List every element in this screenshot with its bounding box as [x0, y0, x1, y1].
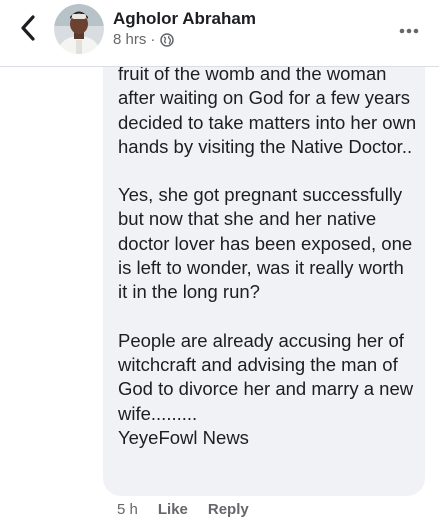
post-meta: 8 hrs · [113, 31, 175, 48]
comment-paragraph: fruit of the womb and the woman after wa… [118, 63, 417, 157]
author-name[interactable]: Agholor Abraham [113, 9, 256, 29]
post-header: Agholor Abraham 8 hrs · [0, 0, 439, 67]
globe-icon [160, 32, 175, 47]
more-options-button[interactable] [397, 20, 421, 40]
comment-text: fruit of the womb and the woman after wa… [118, 62, 418, 450]
comment-actions: 5 h Like Reply [117, 498, 249, 520]
comment-time: 5 h [117, 500, 138, 518]
post-time[interactable]: 8 hrs [113, 31, 146, 48]
comment-page: fruit of the womb and the woman after wa… [0, 0, 439, 525]
comment-paragraph: People are already accusing her of witch… [118, 329, 414, 448]
back-chevron-icon [20, 14, 36, 46]
like-button[interactable]: Like [158, 501, 188, 518]
avatar[interactable] [54, 4, 104, 54]
meta-separator: · [150, 31, 156, 48]
more-dots-icon [399, 21, 419, 39]
reply-button[interactable]: Reply [208, 501, 249, 518]
back-button[interactable] [14, 14, 42, 46]
comment-paragraph: Yes, she got pregnant successfully but n… [118, 184, 413, 303]
